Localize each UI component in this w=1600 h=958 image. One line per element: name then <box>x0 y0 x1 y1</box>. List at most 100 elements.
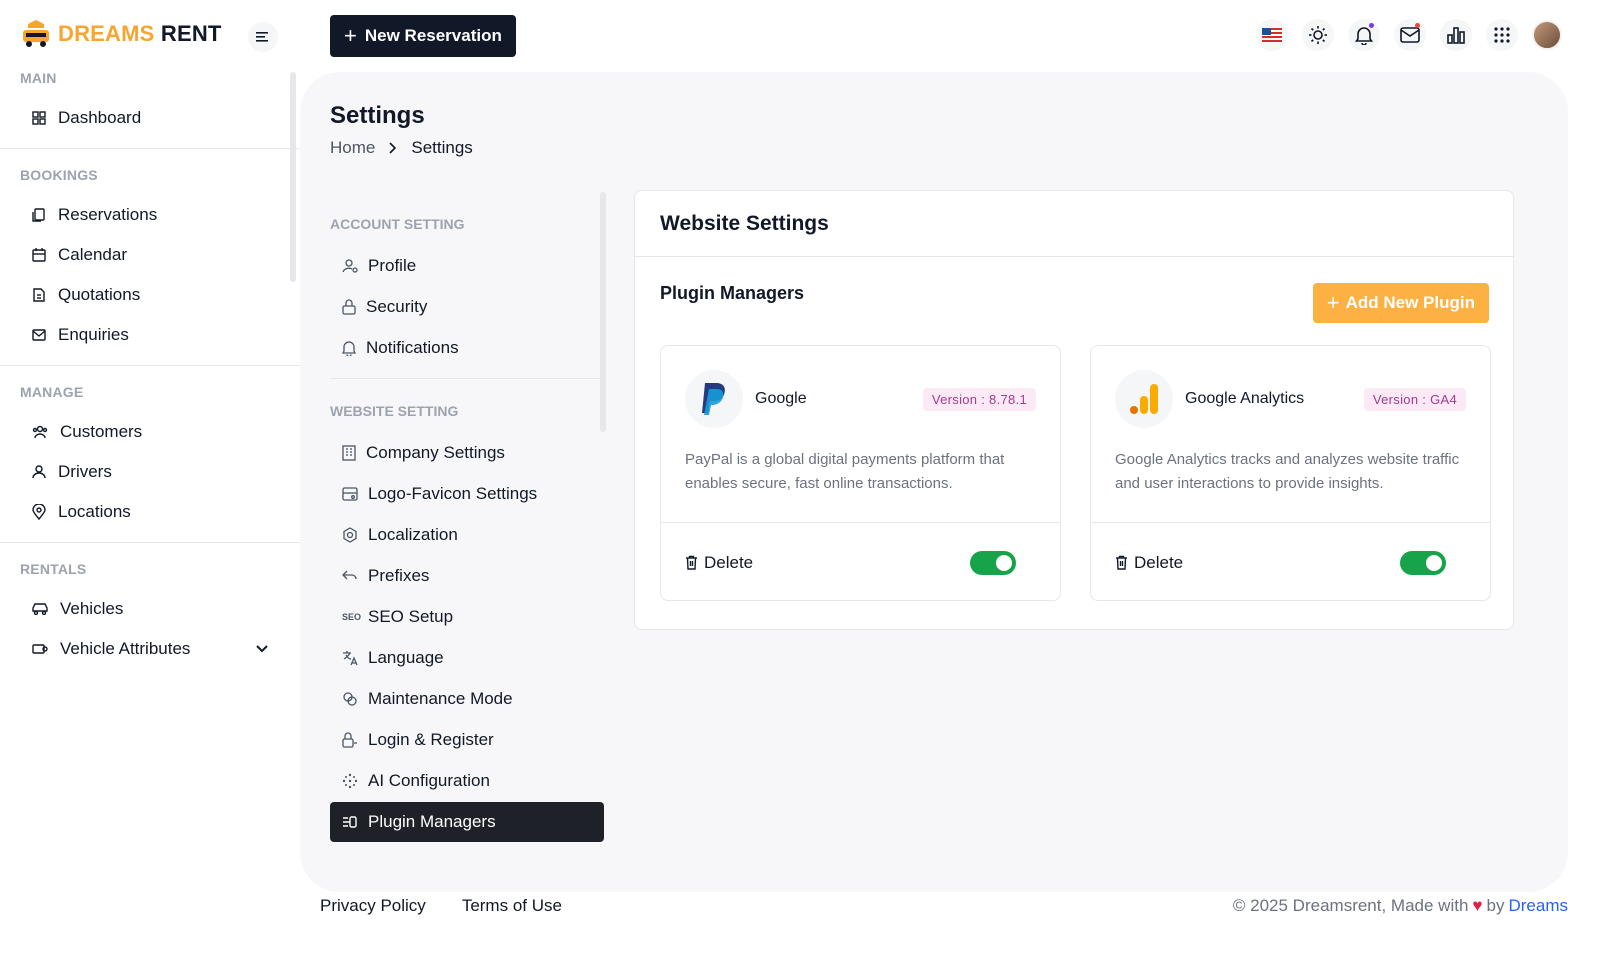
delete-label: Delete <box>1134 552 1184 572</box>
sidebar-section-rentals: RENTALS Vehicles Vehicle Attributes <box>0 561 300 669</box>
language-flag-button[interactable] <box>1256 19 1288 51</box>
lock-icon <box>342 299 356 315</box>
plugin-description: PayPal is a global digital payments plat… <box>685 451 1005 492</box>
sidebar-item-enquiries[interactable]: Enquiries <box>20 315 280 355</box>
delete-label: Delete <box>704 552 754 572</box>
settings-nav: ACCOUNT SETTING Profile Security Notific… <box>330 192 604 843</box>
trash-icon <box>1116 555 1127 570</box>
settings-item-label: Localization <box>368 525 458 544</box>
quotations-icon <box>33 288 45 302</box>
sidebar-heading-manage: MANAGE <box>20 384 84 400</box>
copyright: © 2025 Dreamsrent, Made with ♥ by Dreams <box>1233 896 1568 916</box>
plugin-card-google-analytics: Google Analytics Version : GA4 Google An… <box>1090 345 1491 601</box>
sidebar-divider <box>0 148 300 149</box>
settings-item-localization[interactable]: Localization <box>330 515 604 555</box>
add-new-plugin-button[interactable]: + Add New Plugin <box>1312 283 1489 323</box>
sidebar-item-vehicles[interactable]: Vehicles <box>20 589 280 629</box>
plugin-icon <box>343 816 357 828</box>
breadcrumb: Home Settings <box>330 138 473 158</box>
settings-heading-website: WEBSITE SETTING <box>330 403 459 419</box>
sidebar-item-vehicle-attributes[interactable]: Vehicle Attributes <box>20 629 280 669</box>
breadcrumb-home[interactable]: Home <box>330 138 375 158</box>
image-icon <box>342 487 358 501</box>
privacy-policy-link[interactable]: Privacy Policy <box>320 896 426 916</box>
terms-of-use-link[interactable]: Terms of Use <box>462 896 562 916</box>
ai-icon <box>342 773 358 789</box>
delete-plugin-button[interactable]: Delete <box>1115 553 1183 573</box>
settings-item-label: Plugin Managers <box>368 812 496 831</box>
car-logo-icon <box>20 18 52 50</box>
sun-icon <box>1309 26 1327 44</box>
app-logo[interactable]: DREAMS RENT <box>20 18 222 50</box>
new-reservation-button[interactable]: + New Reservation <box>330 15 516 57</box>
chart-icon <box>1447 27 1465 44</box>
sidebar-item-customers[interactable]: Customers <box>20 412 280 452</box>
sidebar-section-main: MAIN Dashboard <box>0 70 300 138</box>
main-content: Settings Home Settings ACCOUNT SETTING P… <box>300 72 1568 892</box>
settings-item-maintenance-mode[interactable]: Maintenance Mode <box>330 679 604 719</box>
sidebar-item-label: Reservations <box>58 205 158 224</box>
settings-item-plugin-managers[interactable]: Plugin Managers <box>330 802 604 842</box>
mail-icon <box>1400 27 1420 43</box>
sidebar-item-reservations[interactable]: Reservations <box>20 195 280 235</box>
copyright-text: © 2025 Dreamsrent, Made with <box>1232 896 1469 915</box>
settings-item-seo-setup[interactable]: SEO SEO Setup <box>330 597 604 637</box>
chevron-down-icon[interactable] <box>256 645 268 653</box>
sidebar-item-calendar[interactable]: Calendar <box>20 235 280 275</box>
logo-text-rent: RENT <box>160 21 222 46</box>
calendar-icon <box>32 248 46 262</box>
notifications-button[interactable] <box>1348 19 1380 51</box>
settings-item-prefixes[interactable]: Prefixes <box>330 556 604 596</box>
sidebar-section-manage: MANAGE Customers Drivers Locations <box>0 384 300 532</box>
settings-item-company-settings[interactable]: Company Settings <box>330 433 604 473</box>
plugin-enable-toggle[interactable] <box>970 550 1016 575</box>
plugin-card-google: Google Version : 8.78.1 PayPal is a glob… <box>660 345 1061 601</box>
messages-button[interactable] <box>1394 19 1426 51</box>
settings-item-ai-configuration[interactable]: AI Configuration <box>330 761 604 801</box>
settings-item-profile[interactable]: Profile <box>330 246 604 286</box>
sidebar-item-dashboard[interactable]: Dashboard <box>20 98 280 138</box>
lock-icon <box>342 732 357 748</box>
settings-item-label: Profile <box>368 256 417 275</box>
settings-item-logo-favicon[interactable]: Logo-Favicon Settings <box>330 474 604 514</box>
settings-item-label: AI Configuration <box>368 771 490 790</box>
reports-button[interactable] <box>1440 19 1472 51</box>
settings-item-login-register[interactable]: Login & Register <box>330 720 604 760</box>
plugin-name: Google Analytics <box>1185 390 1305 407</box>
settings-nav-scrollbar[interactable] <box>600 192 606 432</box>
menu-toggle-button[interactable] <box>248 22 278 52</box>
car-attributes-icon <box>32 644 48 654</box>
maintenance-icon <box>343 692 357 706</box>
plugin-description: Google Analytics tracks and analyzes web… <box>1115 451 1460 492</box>
sidebar-item-label: Drivers <box>58 462 112 481</box>
sidebar-divider <box>0 542 300 543</box>
user-avatar[interactable] <box>1532 20 1562 50</box>
brand-link[interactable]: Dreams <box>1508 896 1568 916</box>
website-settings-card: Website Settings Plugin Managers + Add N… <box>634 190 1514 630</box>
apps-button[interactable] <box>1486 19 1518 51</box>
settings-item-security[interactable]: Security <box>330 287 604 327</box>
settings-item-label: Login & Register <box>368 730 494 749</box>
sidebar-heading-main: MAIN <box>20 70 57 86</box>
chevron-right-icon <box>389 142 397 154</box>
sidebar-heading-rentals: RENTALS <box>20 561 87 577</box>
footer-links: Privacy Policy Terms of Use <box>320 896 562 916</box>
plugin-enable-toggle[interactable] <box>1400 550 1446 575</box>
settings-heading-account: ACCOUNT SETTING <box>330 216 465 232</box>
sidebar-item-label: Quotations <box>58 285 141 304</box>
sidebar-scrollbar[interactable] <box>290 72 296 282</box>
sidebar-item-drivers[interactable]: Drivers <box>20 452 280 492</box>
settings-item-notifications[interactable]: Notifications <box>330 328 604 368</box>
version-badge: Version : 8.78.1 <box>922 387 1036 411</box>
delete-plugin-button[interactable]: Delete <box>685 553 753 573</box>
sidebar-item-quotations[interactable]: Quotations <box>20 275 280 315</box>
copyright-by: by <box>1486 896 1505 915</box>
sidebar-item-locations[interactable]: Locations <box>20 492 280 532</box>
settings-item-language[interactable]: Language <box>330 638 604 678</box>
settings-item-label: SEO Setup <box>368 607 454 626</box>
sidebar-item-label: Calendar <box>58 245 127 264</box>
building-icon <box>342 445 356 461</box>
theme-toggle-button[interactable] <box>1302 19 1334 51</box>
sidebar-heading-bookings: BOOKINGS <box>20 167 98 183</box>
seo-icon: SEO <box>342 612 362 622</box>
